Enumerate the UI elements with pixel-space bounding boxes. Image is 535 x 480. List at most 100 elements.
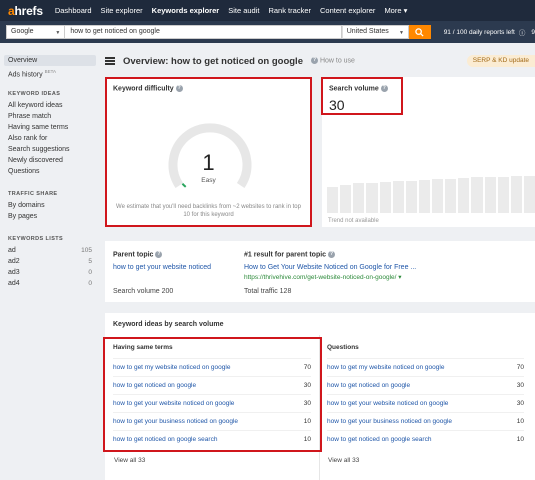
sidebar: Overview Ads history BETA KEYWORD IDEAS A… xyxy=(0,43,100,480)
sidebar-item-all-keyword-ideas[interactable]: All keyword ideas xyxy=(0,100,100,111)
nav-site-audit[interactable]: Site audit xyxy=(228,6,259,15)
keyword-row[interactable]: how to get your website noticed on googl… xyxy=(327,394,524,412)
nav-site-explorer[interactable]: Site explorer xyxy=(101,6,143,15)
keyword-row[interactable]: how to get noticed on google 30 xyxy=(113,376,311,394)
help-icon: ? xyxy=(310,57,318,65)
list-count: 0 xyxy=(88,269,92,276)
nav-content-explorer[interactable]: Content explorer xyxy=(320,6,375,15)
keyword-list-item[interactable]: ad3 0 xyxy=(0,267,100,278)
keyword-row[interactable]: how to get your business noticed on goog… xyxy=(327,412,524,430)
how-to-use-link[interactable]: ? How to use xyxy=(310,57,355,65)
help-icon[interactable]: ? xyxy=(175,85,183,92)
keyword-volume: 30 xyxy=(516,400,524,407)
keyword-lists-heading: KEYWORDS LISTS xyxy=(8,236,64,242)
kd-title: Keyword difficulty ? xyxy=(113,85,183,92)
nav-more[interactable]: More ▾ xyxy=(384,6,407,15)
trend-note: Trend not available xyxy=(328,218,379,224)
keyword-row[interactable]: how to get my website noticed on google 7… xyxy=(113,358,311,376)
trend-bar xyxy=(353,183,365,213)
keyword-row[interactable]: how to get noticed on google search 10 xyxy=(327,430,524,448)
list-count: 0 xyxy=(88,280,92,287)
parent-topic-volume: Search volume 200 xyxy=(113,288,174,295)
list-name: ad2 xyxy=(8,258,20,265)
keyword-link[interactable]: how to get your website noticed on googl… xyxy=(113,400,234,407)
nav-dashboard[interactable]: Dashboard xyxy=(55,6,92,15)
sidebar-item-also-rank-for[interactable]: Also rank for xyxy=(0,133,100,144)
sidebar-item-ads-history[interactable]: Ads history BETA xyxy=(0,66,100,78)
keyword-list-item[interactable]: ad 105 xyxy=(0,245,100,256)
keyword-list-item[interactable]: ad4 0 xyxy=(0,278,100,289)
sv-title: Search volume ? xyxy=(329,85,388,92)
sidebar-item-having-same-terms[interactable]: Having same terms xyxy=(0,122,100,133)
keyword-link[interactable]: how to get your website noticed on googl… xyxy=(327,400,448,407)
questions-heading[interactable]: Questions xyxy=(327,344,359,351)
keyword-row[interactable]: how to get noticed on google search 10 xyxy=(113,430,311,448)
keyword-input[interactable]: how to get noticed on google xyxy=(65,25,342,39)
parent-topic-link[interactable]: how to get your website noticed xyxy=(113,264,211,271)
kd-label: Easy xyxy=(201,177,216,184)
reports-extra: 9 xyxy=(531,28,535,36)
traffic-share-heading: TRAFFIC SHARE xyxy=(8,191,58,197)
keyword-list-item[interactable]: ad2 5 xyxy=(0,256,100,267)
sidebar-item-overview[interactable]: Overview xyxy=(4,55,96,66)
view-all-questions[interactable]: View all 33 xyxy=(328,457,359,464)
keyword-link[interactable]: how to get my website noticed on google xyxy=(113,364,230,371)
top-result-title[interactable]: How to Get Your Website Noticed on Googl… xyxy=(244,264,416,271)
trend-bar xyxy=(432,178,444,213)
sidebar-item-questions[interactable]: Questions xyxy=(0,166,100,177)
same-terms-heading[interactable]: Having same terms xyxy=(113,344,173,351)
keyword-link[interactable]: how to get my website noticed on google xyxy=(327,364,444,371)
chevron-down-icon: ▼ xyxy=(55,30,61,36)
sv-value: 30 xyxy=(329,97,345,113)
keyword-row[interactable]: how to get your website noticed on googl… xyxy=(113,394,311,412)
help-icon[interactable]: ? xyxy=(380,85,388,92)
ahrefs-logo[interactable]: ahrefs xyxy=(8,4,43,18)
top-result-url[interactable]: https://thrivehive.com/get-website-notic… xyxy=(244,273,402,281)
search-icon xyxy=(415,27,424,37)
list-name: ad4 xyxy=(8,280,20,287)
keyword-link[interactable]: how to get noticed on google search xyxy=(113,436,217,443)
menu-icon[interactable] xyxy=(105,56,115,67)
keyword-link[interactable]: how to get noticed on google search xyxy=(327,436,431,443)
search-button[interactable] xyxy=(408,25,431,39)
parent-topic-label: Parent topic ? xyxy=(113,251,163,258)
top-result-label: #1 result for parent topic ? xyxy=(244,251,336,258)
gauge-fill xyxy=(181,182,187,188)
search-engine-select[interactable]: Google ▼ xyxy=(6,25,66,39)
trend-bar xyxy=(405,180,417,213)
keyword-volume: 30 xyxy=(516,382,524,389)
keyword-row[interactable]: how to get my website noticed on google 7… xyxy=(327,358,524,376)
list-name: ad xyxy=(8,247,16,254)
trend-bar xyxy=(366,183,378,213)
help-icon[interactable]: ? xyxy=(328,251,336,258)
keyword-link[interactable]: how to get your business noticed on goog… xyxy=(327,418,452,425)
trend-bar xyxy=(510,176,522,213)
keyword-row[interactable]: how to get your business noticed on goog… xyxy=(113,412,311,430)
sidebar-item-newly-discovered[interactable]: Newly discovered xyxy=(0,155,100,166)
keyword-volume: 10 xyxy=(516,436,524,443)
kd-title-text: Keyword difficulty xyxy=(113,85,174,93)
nav-rank-tracker[interactable]: Rank tracker xyxy=(268,6,311,15)
sidebar-item-search-suggestions[interactable]: Search suggestions xyxy=(0,144,100,155)
trend-bar xyxy=(418,180,430,213)
sidebar-item-phrase-match[interactable]: Phrase match xyxy=(0,111,100,122)
keyword-row[interactable]: how to get noticed on google 30 xyxy=(327,376,524,394)
parent-topic-card: Parent topic ? how to get your website n… xyxy=(105,241,535,302)
column-divider xyxy=(319,335,320,480)
country-select[interactable]: United States ▼ xyxy=(341,25,409,39)
help-icon[interactable]: ? xyxy=(155,251,163,258)
nav-keywords-explorer[interactable]: Keywords explorer xyxy=(152,6,220,15)
keyword-difficulty-card: Keyword difficulty ? 1 Easy We estimate … xyxy=(105,77,312,227)
list-count: 105 xyxy=(81,247,92,254)
trend-bar xyxy=(340,185,352,213)
keyword-link[interactable]: how to get noticed on google xyxy=(113,382,196,389)
trend-bar xyxy=(497,177,509,213)
sidebar-item-by-domains[interactable]: By domains xyxy=(0,200,100,211)
view-all-same-terms[interactable]: View all 33 xyxy=(114,457,145,464)
keyword-link[interactable]: how to get noticed on google xyxy=(327,382,410,389)
serp-kd-update-badge[interactable]: SERP & KD update xyxy=(466,55,535,67)
keyword-link[interactable]: how to get your business noticed on goog… xyxy=(113,418,238,425)
trend-chart-placeholder xyxy=(327,168,535,213)
sidebar-item-by-pages[interactable]: By pages xyxy=(0,211,100,222)
kd-note: We estimate that you'll need backlinks f… xyxy=(116,204,301,218)
